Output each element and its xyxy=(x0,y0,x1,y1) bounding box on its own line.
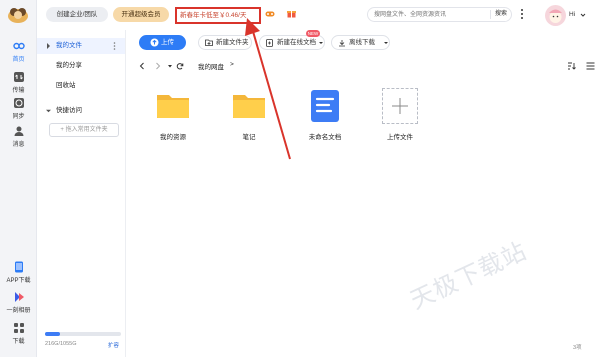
forward-arrow-icon[interactable] xyxy=(154,62,162,70)
left-rail: 首页 传输 同步 消息 APP下载 一刻相册 下载 xyxy=(0,0,37,357)
rail-transfer-label: 传输 xyxy=(12,88,25,94)
rail-message[interactable]: 消息 xyxy=(0,125,37,148)
doc-icon xyxy=(311,90,339,122)
open-vip-button[interactable]: 开通超级会员 xyxy=(113,7,169,22)
expand-storage-link[interactable]: 扩容 xyxy=(108,341,119,349)
search-input[interactable] xyxy=(374,9,484,20)
storage-progress-fill xyxy=(45,332,61,336)
message-icon xyxy=(14,126,23,136)
storage-progress-bar xyxy=(45,332,121,336)
rail-sync-label: 同步 xyxy=(12,114,25,120)
more-menu-icon[interactable] xyxy=(519,8,525,20)
rail-app-download-label: APP下载 xyxy=(6,278,31,284)
item-count: 3项 xyxy=(573,345,582,351)
tree-item-my-files[interactable]: 我的文件 xyxy=(37,38,125,54)
upload-button-label: 上传 xyxy=(161,39,174,46)
tree-item-my-share[interactable]: 我的分享 xyxy=(37,58,125,74)
watermark-text: 天极下载站 xyxy=(405,236,532,315)
download-icon xyxy=(339,40,345,47)
list-view-icon[interactable] xyxy=(586,62,595,70)
file-item-upload[interactable]: 上传文件 xyxy=(371,88,429,141)
phone-icon xyxy=(14,261,23,273)
annotation-arrow xyxy=(245,18,291,160)
file-toolbar: 上传 新建文件夹 新建在线文档 NEW 离线下载 xyxy=(126,30,600,56)
rail-download[interactable]: 下载 xyxy=(0,322,37,345)
more-vertical-icon[interactable] xyxy=(113,42,116,50)
tree-item-my-files-label: 我的文件 xyxy=(56,42,82,49)
transfer-icon xyxy=(13,72,24,82)
chevron-down-icon[interactable] xyxy=(580,12,586,18)
file-item-untitled-doc[interactable]: 未命名文档 xyxy=(296,88,354,141)
greeting-text[interactable]: Hi xyxy=(569,11,575,18)
chevron-down-icon xyxy=(319,42,323,44)
album-icon xyxy=(14,292,24,302)
rail-message-label: 消息 xyxy=(12,142,25,148)
plus-icon xyxy=(392,98,408,114)
top-bar: 创建企业/团队 开通超级会员 新春年卡低至￥0.46/天 搜索 Hi xyxy=(37,0,600,30)
upload-tile[interactable] xyxy=(382,88,418,124)
rail-album[interactable]: 一刻相册 xyxy=(0,291,37,314)
avatar-face-icon xyxy=(549,9,562,23)
rail-album-label: 一刻相册 xyxy=(6,308,31,314)
folder-plus-icon xyxy=(205,39,213,46)
upload-arrow-icon xyxy=(150,38,159,47)
rail-home-label: 首页 xyxy=(12,57,25,63)
refresh-icon[interactable] xyxy=(176,62,184,70)
avatar[interactable] xyxy=(545,5,566,26)
rail-home[interactable]: 首页 xyxy=(0,40,37,63)
tree-item-recycle-bin-label: 回收站 xyxy=(56,82,76,89)
search-button[interactable]: 搜索 xyxy=(489,10,507,19)
back-arrow-icon[interactable] xyxy=(138,62,146,70)
offline-download-button[interactable]: 离线下载 xyxy=(331,35,390,50)
file-name: 未命名文档 xyxy=(308,134,342,141)
history-dropdown-icon[interactable] xyxy=(166,62,174,70)
storage-usage-text: 216G/1055G xyxy=(45,341,77,347)
folder-tree-panel: 我的文件 我的分享 回收站 快捷访问 + 拖入常用文件夹 216G/1055G … xyxy=(37,30,126,357)
search-box: 搜索 xyxy=(367,7,512,22)
cloud-home-icon xyxy=(12,42,25,50)
file-name: 我的资源 xyxy=(160,134,186,141)
tree-item-my-share-label: 我的分享 xyxy=(56,62,82,69)
address-bar: 我的网盘 > xyxy=(126,57,600,75)
caret-right-icon[interactable] xyxy=(46,43,51,49)
folder-icon xyxy=(157,95,189,118)
rail-transfer[interactable]: 传输 xyxy=(0,71,37,94)
sync-icon xyxy=(13,98,24,108)
add-quick-access-button[interactable]: + 拖入常用文件夹 xyxy=(49,123,119,137)
caret-down-icon[interactable] xyxy=(46,108,51,114)
rail-download-label: 下载 xyxy=(12,339,25,345)
tree-item-recycle-bin[interactable]: 回收站 xyxy=(37,78,125,94)
chevron-down-icon xyxy=(384,42,388,44)
breadcrumb[interactable]: 我的网盘 xyxy=(198,61,224,71)
grid-apps-icon xyxy=(13,323,24,333)
file-name: 上传文件 xyxy=(387,134,413,141)
rail-app-download[interactable]: APP下载 xyxy=(0,261,37,284)
offline-download-button-label: 离线下载 xyxy=(349,39,375,46)
user-logo-avatar[interactable] xyxy=(7,4,29,24)
sort-icon[interactable] xyxy=(567,62,576,70)
tree-item-quick-access-label: 快捷访问 xyxy=(56,107,82,114)
rail-sync[interactable]: 同步 xyxy=(0,97,37,120)
tree-item-quick-access[interactable]: 快捷访问 xyxy=(37,103,125,119)
file-item-my-resources[interactable]: 我的资源 xyxy=(144,88,202,141)
create-business-button[interactable]: 创建企业/团队 xyxy=(46,7,108,22)
new-badge: NEW xyxy=(306,30,320,37)
upload-button[interactable]: 上传 xyxy=(139,35,186,50)
